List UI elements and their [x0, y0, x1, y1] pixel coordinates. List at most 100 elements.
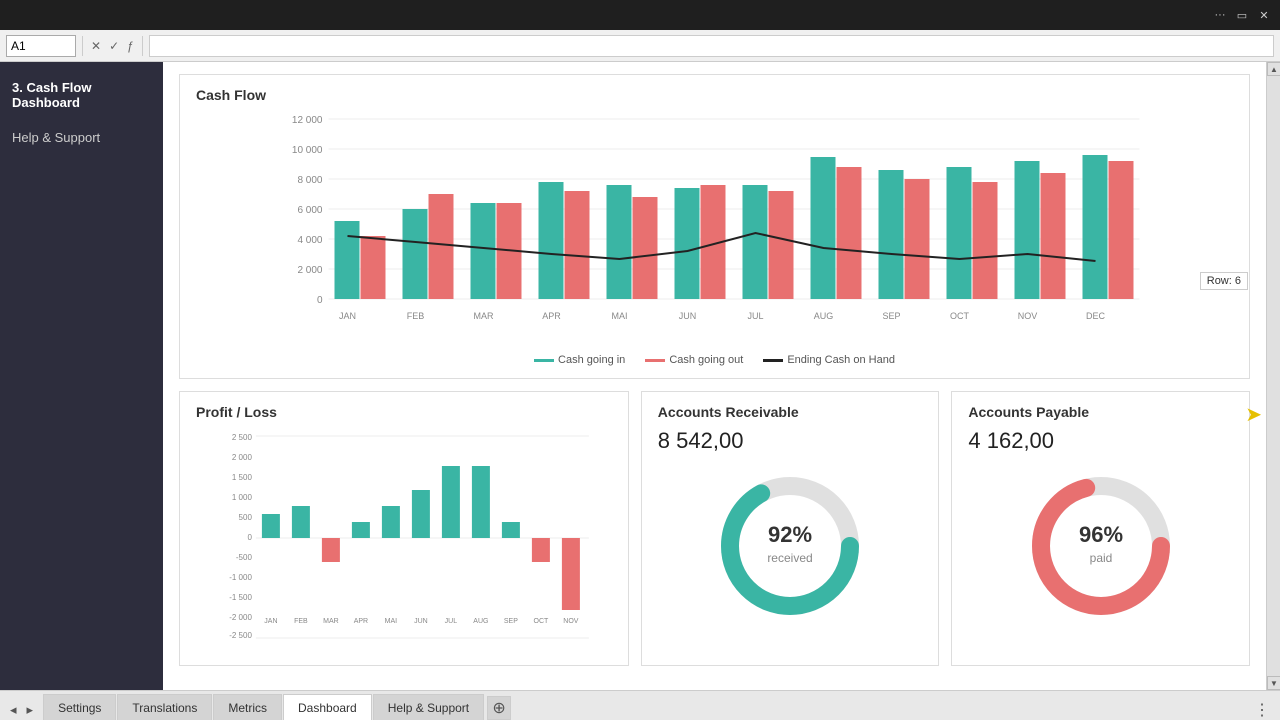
sidebar: 3. Cash Flow Dashboard Help & Support — [0, 62, 163, 690]
legend-ending-dot — [763, 359, 783, 362]
svg-text:AUG: AUG — [814, 311, 834, 321]
svg-text:500: 500 — [239, 513, 253, 522]
formula-separator — [82, 36, 83, 56]
cell-reference[interactable]: A1 — [6, 35, 76, 57]
ar-donut-svg: 92% received — [710, 466, 870, 626]
tab-metrics[interactable]: Metrics — [213, 694, 282, 720]
svg-text:0: 0 — [247, 533, 252, 542]
svg-text:1 500: 1 500 — [232, 473, 253, 482]
svg-text:-1 500: -1 500 — [229, 593, 252, 602]
tab-add-btn[interactable]: ⊕ — [487, 696, 511, 720]
svg-text:2 500: 2 500 — [232, 433, 253, 442]
cashflow-chart: 12 000 10 000 8 000 6 000 4 000 2 000 0 — [196, 111, 1233, 366]
legend-cash-in: Cash going in — [534, 354, 625, 366]
svg-text:-500: -500 — [236, 553, 253, 562]
svg-text:1 000: 1 000 — [232, 493, 253, 502]
svg-text:JUN: JUN — [679, 311, 697, 321]
legend-in-dot — [534, 359, 554, 362]
cashflow-legend: Cash going in Cash going out Ending Cash… — [196, 354, 1233, 366]
cancel-icon[interactable]: ✕ — [89, 39, 103, 53]
bar-jan-in — [335, 221, 360, 299]
svg-text:-2 500: -2 500 — [229, 631, 252, 640]
svg-text:2 000: 2 000 — [297, 265, 322, 276]
svg-text:10 000: 10 000 — [292, 145, 323, 156]
tab-help-support[interactable]: Help & Support — [373, 694, 484, 720]
profit-loss-title: Profit / Loss — [196, 404, 612, 420]
bar-jan-out — [361, 236, 386, 299]
legend-out-dot — [645, 359, 665, 362]
svg-text:8 000: 8 000 — [297, 175, 322, 186]
scroll-up-btn[interactable]: ▲ — [1267, 62, 1280, 76]
ap-donut-svg: 96% paid — [1021, 466, 1181, 626]
svg-text:JUN: JUN — [414, 618, 428, 625]
svg-text:received: received — [767, 551, 812, 565]
accounts-receivable-panel: Accounts Receivable 8 542,00 92% receive… — [641, 391, 940, 666]
svg-text:JAN: JAN — [264, 618, 277, 625]
svg-text:MAR: MAR — [323, 618, 339, 625]
sidebar-item-help[interactable]: Help & Support — [0, 120, 163, 155]
svg-text:SEP: SEP — [882, 311, 900, 321]
sidebar-item-cashflow[interactable]: 3. Cash Flow Dashboard — [0, 70, 163, 120]
svg-text:AUG: AUG — [473, 618, 488, 625]
titlebar-close[interactable]: ✕ — [1256, 7, 1272, 23]
accounts-payable-panel: Accounts Payable 4 162,00 96% paid — [951, 391, 1250, 666]
svg-text:2 000: 2 000 — [232, 453, 253, 462]
legend-ending-label: Ending Cash on Hand — [787, 354, 895, 366]
formula-bar: A1 ✕ ✓ ƒ — [0, 30, 1280, 62]
svg-text:DEC: DEC — [1086, 311, 1106, 321]
cashflow-title: Cash Flow — [196, 87, 1233, 103]
svg-text:JUL: JUL — [747, 311, 763, 321]
vertical-scrollbar: ▲ ▼ — [1266, 62, 1280, 690]
tab-dashboard[interactable]: Dashboard — [283, 694, 372, 720]
legend-out-label: Cash going out — [669, 354, 743, 366]
svg-text:MAR: MAR — [474, 311, 495, 321]
scroll-thumb[interactable] — [1267, 76, 1280, 676]
ar-value: 8 542,00 — [658, 428, 923, 454]
tab-translations[interactable]: Translations — [117, 694, 212, 720]
svg-text:paid: paid — [1089, 551, 1112, 565]
legend-ending-cash: Ending Cash on Hand — [763, 354, 895, 366]
ap-value: 4 162,00 — [968, 428, 1233, 454]
tab-settings[interactable]: Settings — [43, 694, 116, 720]
profit-loss-svg: 2 500 2 000 1 500 1 000 500 0 -500 -1 00… — [196, 428, 612, 648]
svg-text:FEB: FEB — [407, 311, 425, 321]
tab-nav: ◂ ▸ — [0, 700, 43, 720]
row-indicator: Row: 6 — [1200, 272, 1248, 290]
ap-title: Accounts Payable — [968, 404, 1233, 420]
legend-cash-out: Cash going out — [645, 354, 743, 366]
svg-text:SEP: SEP — [504, 618, 518, 625]
ar-title: Accounts Receivable — [658, 404, 923, 420]
svg-text:OCT: OCT — [534, 618, 550, 625]
cashflow-svg: 12 000 10 000 8 000 6 000 4 000 2 000 0 — [196, 111, 1233, 341]
svg-text:12 000: 12 000 — [292, 115, 323, 126]
tab-next-btn[interactable]: ▸ — [23, 700, 38, 720]
svg-text:FEB: FEB — [294, 618, 308, 625]
confirm-icon[interactable]: ✓ — [107, 39, 121, 53]
tab-more-btn[interactable]: ⋮ — [1250, 700, 1274, 720]
svg-text:APR: APR — [542, 311, 561, 321]
legend-in-label: Cash going in — [558, 354, 625, 366]
svg-text:NOV: NOV — [563, 618, 579, 625]
svg-text:MAI: MAI — [385, 618, 398, 625]
svg-text:APR: APR — [354, 618, 368, 625]
formula-separator2 — [142, 36, 143, 56]
main-layout: 3. Cash Flow Dashboard Help & Support Ca… — [0, 62, 1280, 690]
formula-input[interactable] — [149, 35, 1274, 57]
svg-text:92%: 92% — [768, 522, 812, 547]
cashflow-panel: Cash Flow 12 000 10 000 8 000 6 000 4 00… — [179, 74, 1250, 379]
scroll-right-arrow[interactable]: ➤ — [1245, 402, 1262, 427]
ap-donut: 96% paid — [968, 466, 1233, 626]
svg-text:MAI: MAI — [611, 311, 627, 321]
tab-prev-btn[interactable]: ◂ — [6, 700, 21, 720]
bottom-panels: Profit / Loss 2 500 2 000 1 500 1 000 50… — [179, 391, 1250, 666]
scroll-down-btn[interactable]: ▼ — [1267, 676, 1280, 690]
svg-text:OCT: OCT — [950, 311, 970, 321]
svg-text:-1 000: -1 000 — [229, 573, 252, 582]
titlebar-options[interactable]: ··· — [1212, 7, 1228, 23]
titlebar-maximize[interactable]: ▭ — [1234, 7, 1250, 23]
svg-text:4 000: 4 000 — [297, 235, 322, 246]
svg-text:96%: 96% — [1079, 522, 1123, 547]
function-icon[interactable]: ƒ — [125, 39, 136, 53]
tab-bar-right: ⋮ — [511, 700, 1280, 720]
svg-text:0: 0 — [317, 295, 323, 306]
